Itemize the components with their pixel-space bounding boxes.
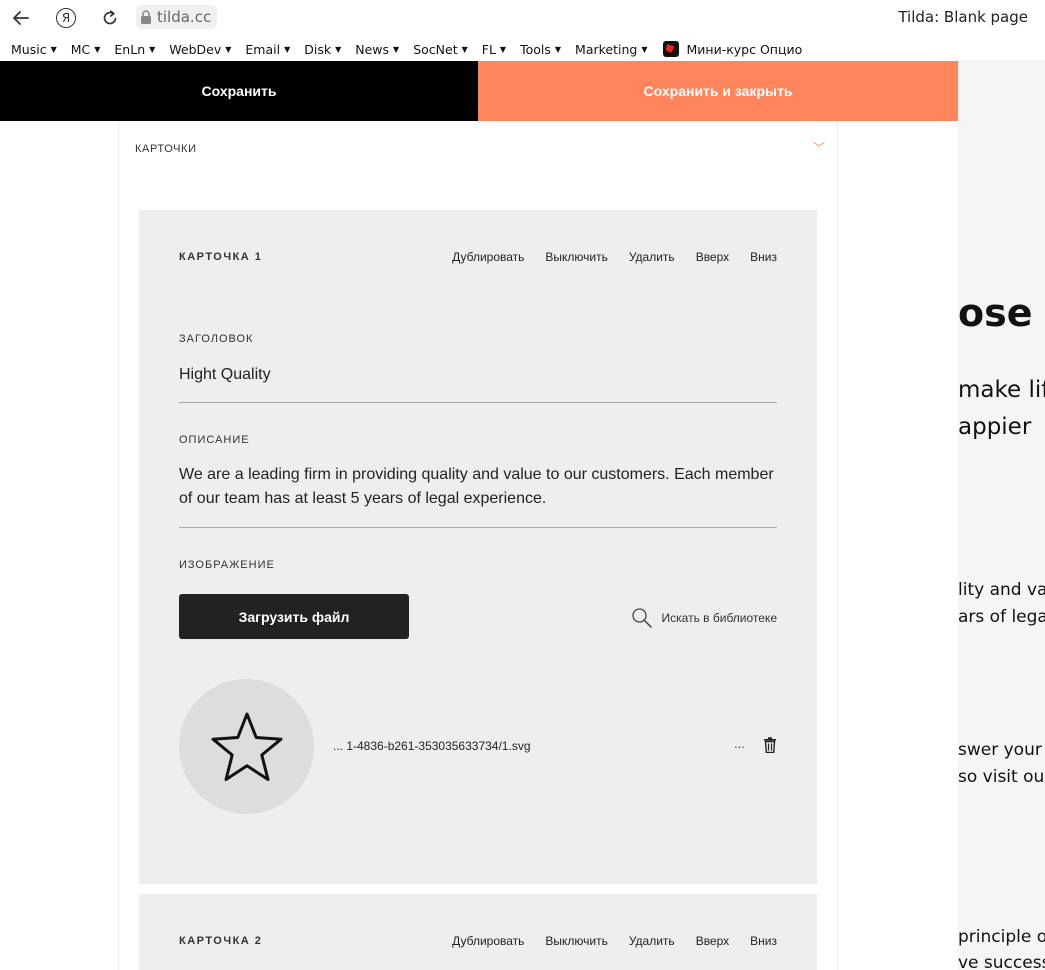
save-button[interactable]: Сохранить (0, 61, 478, 121)
section-title: КАРТОЧКИ (135, 143, 197, 155)
bookmark-label: EnLn (114, 41, 146, 57)
search-icon (631, 608, 652, 628)
bookmark-folder-news[interactable]: News ▼ (355, 42, 399, 57)
disable-button[interactable]: Выключить (545, 934, 607, 948)
yandex-letter: Я (61, 11, 71, 25)
preview-subtitle-line: appier (958, 414, 1032, 440)
image-options-button[interactable]: ... (734, 736, 745, 751)
dropdown-arrow-icon: ▼ (94, 44, 101, 54)
bookmark-folder-marketing[interactable]: Marketing ▼ (575, 42, 647, 57)
bookmarks-bar: Music ▼ MC ▼ EnLn ▼ WebDev ▼ Email ▼ Disk ▼ Ne… (0, 38, 1045, 60)
dropdown-arrow-icon: ▼ (393, 44, 400, 54)
bookmark-folder-tools[interactable]: Tools ▼ (520, 42, 561, 57)
dropdown-arrow-icon: ▼ (50, 44, 57, 54)
search-library-button[interactable]: Искать в библиотеке (631, 607, 777, 629)
save-bar: Сохранить Сохранить и закрыть (0, 61, 958, 121)
content-editor: КАРТОЧКИ ﹀ КАРТОЧКА 1 Дублировать Выключ… (0, 121, 958, 970)
bookmark-folder-disk[interactable]: Disk ▼ (304, 42, 341, 57)
reload-icon (103, 10, 117, 25)
preview-text-line: lity and va (958, 580, 1045, 600)
bookmark-label: Music (11, 41, 47, 57)
dropdown-arrow-icon: ▼ (554, 44, 562, 54)
duplicate-button[interactable]: Дублировать (452, 250, 524, 264)
card-actions: Дублировать Выключить Удалить Вверх Вниз (452, 250, 777, 264)
preview-text-line: swer your c (958, 740, 1045, 760)
bookmark-folder-enln[interactable]: EnLn ▼ (114, 42, 155, 57)
bookmark-folder-fl[interactable]: FL ▼ (482, 42, 506, 57)
bookmark-label: SocNet (413, 41, 458, 57)
image-label: ИЗОБРАЖЕНИЕ (179, 559, 275, 571)
move-down-button[interactable]: Вниз (750, 934, 777, 948)
yandex-button[interactable]: Я (54, 6, 78, 30)
save-and-close-button[interactable]: Сохранить и закрыть (478, 61, 958, 121)
description-label: ОПИСАНИЕ (179, 434, 250, 446)
page-preview: ose u make life appier lity and va ars o… (958, 60, 1045, 970)
trash-icon (764, 737, 776, 754)
bookmark-folder-socnet[interactable]: SocNet ▼ (413, 42, 468, 57)
description-textarea[interactable]: We are a leading firm in providing quali… (179, 463, 777, 528)
card-editor: КАРТОЧКА 2 Дублировать Выключить Удалить… (139, 894, 817, 970)
image-filename: ... 1-4836-b261-353035633734/1.svg (333, 739, 531, 753)
search-library-label: Искать в библиотеке (661, 611, 777, 625)
preview-subtitle-line: make life (958, 377, 1045, 403)
bookmark-label: Мини-курс Опцио (686, 41, 803, 57)
bookmark-folder-music[interactable]: Music ▼ (11, 42, 57, 57)
card-title: КАРТОЧКА 2 (179, 935, 263, 947)
preview-text-line: principle of (958, 927, 1045, 947)
bookmark-folder-mc[interactable]: MC ▼ (71, 42, 101, 57)
bookmark-label: MC (70, 41, 91, 57)
upload-file-button[interactable]: Загрузить файл (179, 594, 409, 639)
dropdown-arrow-icon: ▼ (335, 44, 342, 54)
disable-button[interactable]: Выключить (545, 250, 607, 264)
preview-text-line: ve success (958, 953, 1045, 970)
preview-heading: ose u (958, 291, 1045, 335)
dropdown-arrow-icon: ▼ (149, 44, 156, 54)
dropdown-arrow-icon: ▼ (225, 44, 232, 54)
preview-text-line: ars of legal (958, 607, 1045, 627)
dropdown-arrow-icon: ▼ (641, 44, 648, 54)
lock-icon (141, 10, 151, 24)
star-icon (211, 712, 282, 781)
chevron-down-icon: ﹀ (812, 141, 825, 155)
delete-image-button[interactable] (763, 737, 777, 754)
bookmark-label: Email (245, 41, 281, 57)
dropdown-arrow-icon: ▼ (461, 44, 468, 54)
duplicate-button[interactable]: Дублировать (452, 934, 524, 948)
heading-label: ЗАГОЛОВОК (179, 333, 254, 345)
move-up-button[interactable]: Вверх (696, 250, 729, 264)
yandex-icon: Я (56, 8, 76, 28)
dropdown-arrow-icon: ▼ (284, 44, 291, 54)
card-title: КАРТОЧКА 1 (179, 251, 263, 263)
bookmark-folder-webdev[interactable]: WebDev ▼ (169, 42, 231, 57)
bookmark-label: Disk (304, 41, 332, 57)
editor-column: КАРТОЧКИ ﹀ КАРТОЧКА 1 Дублировать Выключ… (118, 121, 838, 970)
address-bar[interactable]: tilda.cc (136, 5, 218, 29)
page-title: Tilda: Blank page (898, 8, 1028, 26)
heading-input[interactable]: Hight Quality (179, 363, 777, 403)
site-favicon-icon (662, 41, 679, 57)
back-arrow-icon (13, 11, 29, 25)
move-down-button[interactable]: Вниз (750, 250, 777, 264)
move-up-button[interactable]: Вверх (696, 934, 729, 948)
url-text: tilda.cc (157, 8, 212, 26)
bookmark-label: FL (481, 41, 496, 57)
browser-toolbar: Я tilda.cc Tilda: Blank page (0, 0, 1045, 36)
bookmark-mini-course[interactable]: Мини-курс Опцио (662, 41, 803, 57)
card-editor: КАРТОЧКА 1 Дублировать Выключить Удалить… (139, 210, 817, 884)
bookmark-label: Tools (520, 41, 551, 57)
back-button[interactable] (9, 6, 33, 30)
bookmark-folder-email[interactable]: Email ▼ (245, 42, 290, 57)
preview-text-line: so visit our (958, 767, 1045, 787)
cards-section-toggle[interactable]: КАРТОЧКИ ﹀ (135, 139, 825, 157)
delete-button[interactable]: Удалить (629, 250, 675, 264)
card-actions: Дублировать Выключить Удалить Вверх Вниз (452, 934, 777, 948)
image-thumbnail (179, 679, 314, 814)
bookmark-label: Marketing (575, 41, 638, 57)
delete-button[interactable]: Удалить (629, 934, 675, 948)
reload-button[interactable] (98, 6, 122, 30)
bookmark-label: News (355, 41, 390, 57)
dropdown-arrow-icon: ▼ (499, 44, 507, 54)
bookmark-label: WebDev (169, 41, 222, 57)
